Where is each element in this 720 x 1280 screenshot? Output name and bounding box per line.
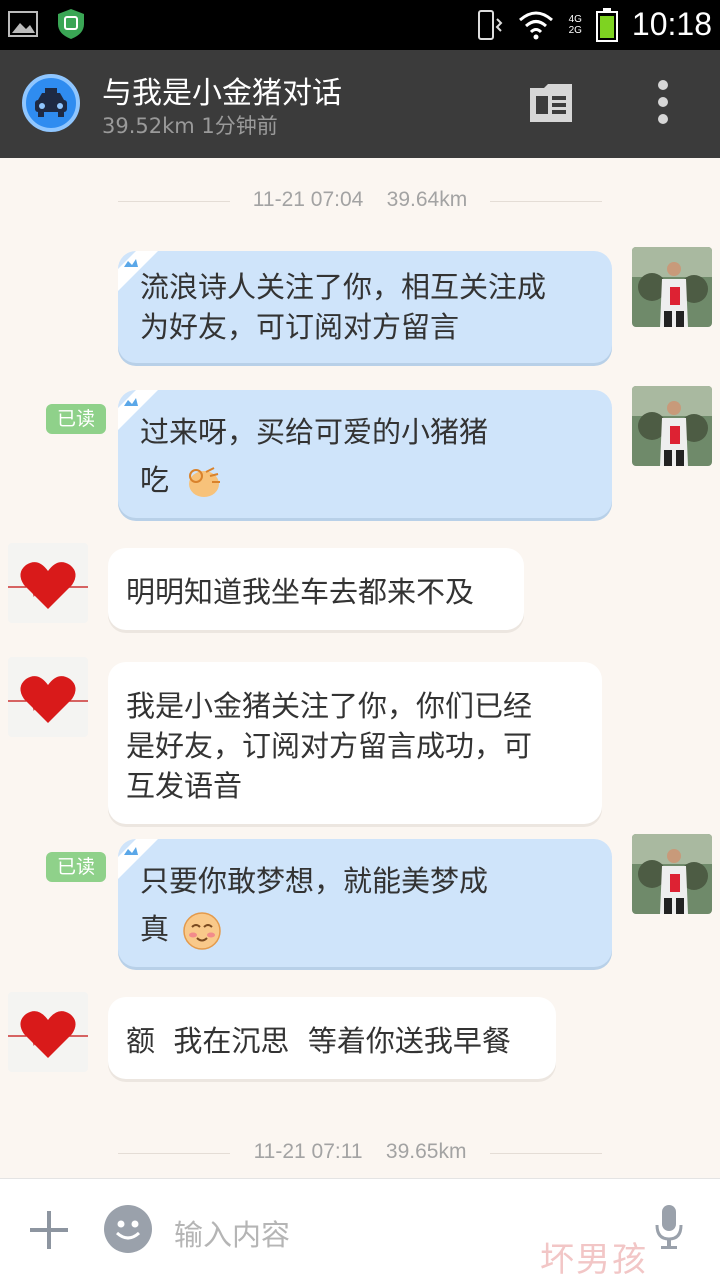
status-bar: 4G 2G 10:18 [0, 0, 720, 50]
message-text: 互发语音 [126, 769, 243, 803]
chat-title: 与我是小金猪对话 [102, 76, 342, 111]
taxi-icon [35, 88, 67, 117]
status-time: 10:18 [631, 6, 712, 42]
message-text: 明明知道我坐车去都来不及 [126, 575, 475, 609]
status-right-icons: 4G 2G 10:18 [475, 6, 712, 43]
message-line-with-emoji: 真 [140, 909, 592, 951]
crown-icon [118, 251, 158, 291]
timestamp-time: 11-21 07:04 [252, 188, 364, 211]
wifi-icon [518, 11, 553, 39]
read-badge: 已读 [46, 404, 106, 434]
timestamp-distance: 39.65km [385, 1140, 467, 1163]
message-text: 我是小金猪关注了你，你们已经 [126, 689, 533, 723]
man-photo-icon [632, 834, 712, 914]
network-indicator: 4G 2G [569, 14, 582, 36]
timestamp-distance: 39.64km [386, 188, 468, 211]
contact-avatar[interactable] [8, 543, 88, 623]
message-bubble-outgoing[interactable]: 只要你敢梦想，就能美梦成 真 [118, 839, 612, 967]
man-photo-icon [632, 247, 712, 327]
watermark: 坏男孩 [540, 1240, 648, 1280]
message-text: 额 我在沉思 等着你送我早餐 [126, 1024, 511, 1058]
message-input[interactable]: 输入内容 [174, 1212, 290, 1254]
status-left-icons [8, 8, 86, 40]
message-bubble-outgoing[interactable]: 过来呀，买给可爱的小猪猪 吃 [118, 390, 612, 518]
message-text: 吃 [140, 463, 170, 497]
contact-avatar[interactable] [22, 74, 80, 132]
my-avatar[interactable] [632, 386, 712, 466]
message-bubble-incoming[interactable]: 明明知道我坐车去都来不及 [108, 548, 524, 630]
message-text: 过来呀，买给可爱的小猪猪 [140, 415, 489, 449]
battery-icon [595, 7, 618, 42]
message-text: 真 [140, 912, 170, 946]
contact-avatar[interactable] [8, 657, 88, 737]
heart-icon [8, 676, 88, 723]
contact-avatar[interactable] [8, 992, 88, 1072]
security-shield-icon [58, 9, 84, 39]
smile-icon [115, 1220, 141, 1240]
chat-header: 与我是小金猪对话 39.52km 1分钟前 [0, 50, 720, 158]
crown-icon [118, 839, 158, 879]
microphone-icon[interactable] [654, 1203, 684, 1251]
my-avatar[interactable] [632, 834, 712, 914]
man-photo-icon [632, 386, 712, 466]
message-line-with-emoji: 吃 [140, 460, 592, 502]
vibrate-icon [477, 9, 502, 40]
more-icon[interactable] [652, 80, 674, 128]
message-text: 流浪诗人关注了你，相互关注成 [140, 270, 547, 304]
message-bubble-incoming[interactable]: 额 我在沉思 等着你送我早餐 [108, 997, 556, 1079]
emoji-button[interactable] [104, 1205, 152, 1253]
timestamp-divider: 11-21 07:04 39.64km [0, 188, 720, 212]
gallery-icon [8, 11, 38, 37]
plus-icon[interactable] [30, 1211, 68, 1249]
crown-icon [118, 390, 158, 430]
network-bottom-label: 2G [568, 24, 582, 36]
message-text: 为好友，可订阅对方留言 [140, 310, 460, 344]
heart-icon [8, 562, 88, 609]
blush-emoji [183, 912, 221, 950]
message-bubble-outgoing[interactable]: 流浪诗人关注了你，相互关注成 为好友，可订阅对方留言 [118, 251, 612, 363]
message-text: 只要你敢梦想，就能美梦成 [140, 864, 489, 898]
heart-icon [8, 1011, 88, 1058]
ok-hand-emoji [189, 467, 221, 497]
timestamp-time: 11-21 07:11 [253, 1140, 363, 1163]
my-avatar[interactable] [632, 247, 712, 327]
card-icon[interactable] [528, 84, 574, 124]
read-badge: 已读 [46, 852, 106, 882]
message-text: 是好友，订阅对方留言成功，可 [126, 729, 533, 763]
timestamp-divider: 11-21 07:11 39.65km [0, 1140, 720, 1164]
message-bubble-incoming[interactable]: 我是小金猪关注了你，你们已经 是好友，订阅对方留言成功，可 互发语音 [108, 662, 602, 824]
chat-subtitle: 39.52km 1分钟前 [102, 114, 278, 138]
network-top-label: 4G [568, 13, 582, 25]
